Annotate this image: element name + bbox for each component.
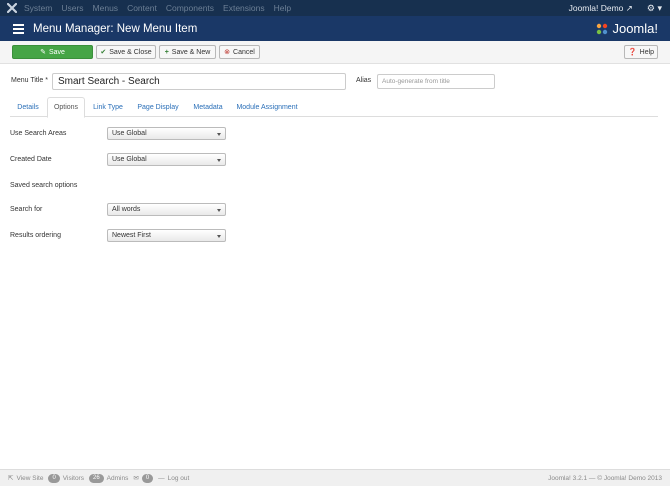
visitors-status: 0 Visitors [48,473,84,483]
tab-details[interactable]: Details [10,97,46,117]
created-date-select[interactable]: Use Global [107,153,226,166]
cancel-button[interactable]: ⊗ Cancel [219,45,260,59]
view-site-link[interactable]: ⇱ View Site [8,474,44,483]
nav-components[interactable]: Components [166,3,214,13]
nav-help[interactable]: Help [274,3,291,13]
top-navbar: System Users Menus Content Components Ex… [0,0,670,16]
nav-menus[interactable]: Menus [93,3,119,13]
chevron-down-icon [217,159,221,162]
admins-status: 26 Admins [88,473,129,483]
results-ordering-value: Newest First [112,232,151,239]
tab-options[interactable]: Options [47,97,85,118]
saved-search-options-heading: Saved search options [10,182,78,189]
checkmark-icon: ✔ [100,49,107,56]
search-areas-value: Use Global [112,130,147,137]
joomla-mark-icon [597,23,608,34]
view-site-label: View Site [16,474,44,482]
save-new-label: Save & New [171,48,211,56]
messages-badge: 0 [141,473,154,483]
site-link-label: Joomla! Demo [568,2,624,13]
site-link[interactable]: Joomla! Demo ↗ [569,3,633,14]
chevron-down-icon [217,209,221,212]
visitors-badge: 0 [48,473,60,483]
save-new-button[interactable]: + Save & New [159,45,216,59]
cancel-label: Cancel [233,48,255,56]
external-link-icon: ↗ [625,2,633,13]
alias-input[interactable]: Auto-generate from title [377,74,495,89]
menu-title-label: Menu Title * [11,77,48,84]
question-icon: ❓ [627,49,637,56]
logout-label: Log out [167,474,190,482]
help-button[interactable]: ❓ Help [624,45,658,59]
chevron-down-icon [217,133,221,136]
admins-badge: 26 [88,473,104,483]
edit-icon: ✎ [40,49,46,56]
search-for-select[interactable]: All words [107,203,226,216]
minus-icon: — [158,474,165,482]
admins-label: Admins [106,474,129,482]
gear-icon[interactable]: ⚙ ▾ [647,3,662,14]
status-footer: ⇱ View Site 0 Visitors 26 Admins ✉ 0 — L… [0,469,670,486]
external-link-icon: ⇱ [8,475,14,482]
copyright-text: Joomla! 3.2.1 — © Joomla! Demo 2013 [548,474,662,482]
search-areas-label: Use Search Areas [10,130,67,137]
chevron-down-icon [217,235,221,238]
search-for-label: Search for [10,206,43,213]
tab-link-type[interactable]: Link Type [87,97,129,117]
save-close-button[interactable]: ✔ Save & Close [96,45,156,59]
tab-module-assignment[interactable]: Module Assignment [232,97,302,117]
joomla-logo: Joomla! [595,21,658,36]
search-areas-select[interactable]: Use Global [107,127,226,140]
results-ordering-label: Results ordering [10,232,61,239]
created-date-value: Use Global [112,156,147,163]
envelope-icon: ✉ [133,475,139,482]
nav-content[interactable]: Content [127,3,157,13]
visitors-label: Visitors [62,474,84,482]
tab-page-display[interactable]: Page Display [132,97,184,117]
search-for-value: All words [112,206,141,213]
alias-label: Alias [356,77,372,84]
joomla-wordmark: Joomla! [612,21,658,36]
tab-bar: Details Options Link Type Page Display M… [10,97,658,118]
results-ordering-select[interactable]: Newest First [107,229,226,242]
cancel-circle-icon: ⊗ [224,49,231,56]
plus-icon: + [164,48,169,56]
nav-system[interactable]: System [24,3,52,13]
toolbar: ✎ Save ✔ Save & Close + Save & New ⊗ Can… [0,41,670,64]
nav-users[interactable]: Users [61,3,83,13]
save-button-label: Save [48,48,65,56]
messages-status[interactable]: ✉ 0 [133,473,154,483]
page-header: Menu Manager: New Menu Item Joomla! [0,16,670,41]
nav-extensions[interactable]: Extensions [223,3,265,13]
page-title: Menu Manager: New Menu Item [33,22,198,35]
created-date-label: Created Date [10,156,52,163]
tab-metadata[interactable]: Metadata [187,97,229,117]
help-label: Help [639,48,655,56]
joomla-x-icon[interactable] [0,3,24,13]
save-button[interactable]: ✎ Save [12,45,93,59]
menu-title-input[interactable]: Smart Search - Search [52,73,346,90]
logout-link[interactable]: — Log out [158,475,189,482]
menu-list-icon [13,23,24,34]
title-row: Menu Title * Smart Search - Search Alias… [0,72,670,90]
save-close-label: Save & Close [109,48,152,56]
